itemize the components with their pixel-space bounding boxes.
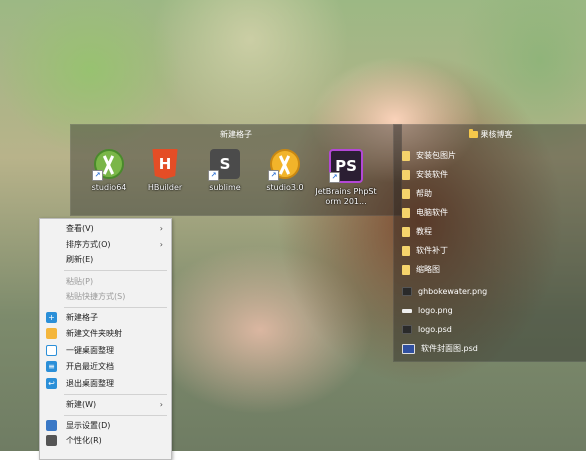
android-studio-icon: ↗: [92, 149, 124, 181]
desktop-icon-label: JetBrains PhpStorm 201...: [315, 187, 377, 206]
folder-icon: [468, 129, 478, 138]
list-item-file[interactable]: 软件封面图.psd: [402, 342, 478, 355]
folder-icon: [402, 188, 410, 199]
exit-icon: ↩: [46, 378, 57, 389]
folder-icon: [402, 245, 410, 256]
desktop-context-menu[interactable]: 查看(V) › 排序方式(O) › 刷新(E) 粘贴(P) 粘贴快捷方式(S) …: [39, 218, 172, 460]
psd-file-icon: [402, 325, 412, 334]
phpstorm-icon: PS ↗: [329, 149, 363, 183]
menu-item-paste[interactable]: 粘贴(P): [40, 274, 171, 289]
list-item-folder[interactable]: 安装软件: [402, 168, 448, 181]
menu-separator: [64, 415, 167, 416]
chevron-right-icon: ›: [159, 224, 163, 233]
desktop-icon-label: studio3.0: [266, 183, 304, 192]
folder-icon: [402, 264, 410, 275]
image-file-icon: [402, 308, 412, 313]
menu-item-paste-shortcut[interactable]: 粘贴快捷方式(S): [40, 289, 171, 304]
desktop-icon-phpstorm[interactable]: PS ↗ JetBrains PhpStorm 201...: [315, 149, 377, 207]
menu-item-sort-by[interactable]: 排序方式(O) ›: [40, 237, 171, 252]
desktop-icon-label: HBuilder: [147, 183, 183, 192]
desktop-icon-hbuilder[interactable]: H HBuilder: [135, 149, 195, 193]
menu-item-new-grid[interactable]: + 新建格子: [40, 310, 171, 325]
list-item-folder[interactable]: 缩略图: [402, 263, 440, 276]
list-item-file[interactable]: logo.png: [402, 304, 453, 317]
fence-new-grid[interactable]: 新建格子 ↗ studio64 H HBuilder S ↗ sublime ↗…: [70, 124, 402, 216]
list-item-file[interactable]: logo.psd: [402, 323, 452, 336]
hbuilder-icon: H: [152, 149, 178, 179]
image-file-icon: [402, 287, 412, 296]
menu-item-one-click-organize[interactable]: 一键桌面整理: [40, 343, 171, 358]
list-item-folder[interactable]: 帮助: [402, 187, 432, 200]
desktop-icon-label: sublime: [209, 183, 241, 192]
shortcut-arrow-icon: ↗: [329, 172, 340, 183]
chevron-right-icon: ›: [159, 240, 163, 249]
menu-item-display-settings[interactable]: 显示设置(D): [40, 418, 171, 433]
shortcut-arrow-icon: ↗: [268, 170, 279, 181]
display-icon: [46, 420, 57, 431]
folder-icon: [402, 169, 410, 180]
personalize-icon: [46, 435, 57, 446]
list-item-file[interactable]: ghbokewater.png: [402, 285, 487, 298]
list-item-folder[interactable]: 电脑软件: [402, 206, 448, 219]
folder-icon: [402, 207, 410, 218]
chevron-right-icon: ›: [159, 400, 163, 409]
shortcut-arrow-icon: ↗: [208, 170, 219, 181]
desktop-icon-sublime[interactable]: S ↗ sublime: [195, 149, 255, 193]
desktop-icon-studio3[interactable]: ↗ studio3.0: [255, 149, 315, 193]
android-studio-icon: ↗: [268, 149, 300, 181]
list-item-folder[interactable]: 安装包图片: [402, 149, 456, 162]
folder-icon: [402, 226, 410, 237]
folder-icon: [46, 328, 57, 339]
list-item-folder[interactable]: 教程: [402, 225, 432, 238]
menu-separator: [64, 270, 167, 271]
sublime-text-icon: S ↗: [208, 149, 240, 181]
menu-item-new[interactable]: 新建(W) ›: [40, 397, 171, 412]
plus-icon: +: [46, 312, 57, 323]
grid-icon: [46, 345, 57, 356]
fence-guohe-blog[interactable]: 果核博客 安装包图片 安装软件 帮助 电脑软件 教程 软件补丁 缩略图 ghbo…: [393, 124, 586, 362]
desktop-icon-studio64[interactable]: ↗ studio64: [79, 149, 139, 193]
menu-item-refresh[interactable]: 刷新(E): [40, 252, 171, 267]
menu-item-recent-documents[interactable]: ≡ 开启最近文档: [40, 359, 171, 374]
menu-separator: [64, 394, 167, 395]
menu-item-new-folder-mapping[interactable]: 新建文件夹映射: [40, 326, 171, 341]
folder-icon: [402, 150, 410, 161]
menu-item-personalize[interactable]: 个性化(R): [40, 433, 171, 448]
menu-separator: [64, 307, 167, 308]
document-icon: ≡: [46, 361, 57, 372]
fence-title[interactable]: 果核博客: [394, 129, 586, 140]
psd-file-icon: [402, 343, 415, 354]
fence-title[interactable]: 新建格子: [71, 129, 401, 140]
desktop-icon-label: studio64: [91, 183, 127, 192]
shortcut-arrow-icon: ↗: [92, 170, 103, 181]
list-item-folder[interactable]: 软件补丁: [402, 244, 448, 257]
menu-item-exit-organizer[interactable]: ↩ 退出桌面整理: [40, 376, 171, 391]
menu-item-view[interactable]: 查看(V) ›: [40, 221, 171, 236]
